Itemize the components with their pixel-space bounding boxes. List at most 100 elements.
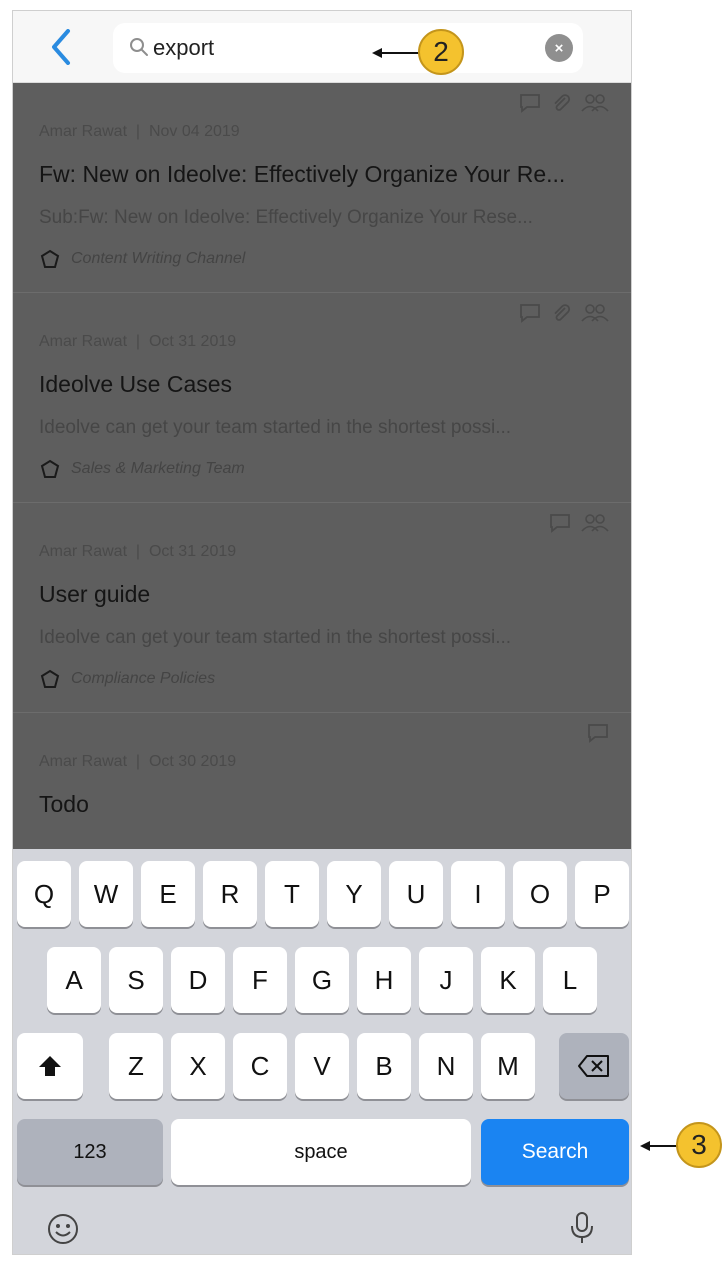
- result-item[interactable]: Amar Rawat | Oct 31 2019 User guide Ideo…: [13, 503, 631, 713]
- key-u[interactable]: U: [389, 861, 443, 927]
- phone-screen: × Amar Rawat | Nov 04 2019 Fw: New on Id…: [12, 10, 632, 1255]
- people-icon: [581, 514, 609, 532]
- search-header: ×: [13, 11, 631, 83]
- key-q[interactable]: Q: [17, 861, 71, 927]
- key-o[interactable]: O: [513, 861, 567, 927]
- result-channel-name: Sales & Marketing Team: [71, 460, 245, 477]
- result-meta-icons: [519, 303, 609, 323]
- result-author: Amar Rawat: [39, 333, 128, 350]
- result-item[interactable]: Amar Rawat | Oct 30 2019 Todo: [13, 713, 631, 849]
- channel-icon: [40, 249, 60, 268]
- result-separator: |: [135, 333, 141, 350]
- key-p[interactable]: P: [575, 861, 629, 927]
- key-z[interactable]: Z: [109, 1033, 163, 1099]
- result-author: Amar Rawat: [39, 753, 128, 770]
- result-item[interactable]: Amar Rawat | Oct 31 2019 Ideolve Use Cas…: [13, 293, 631, 503]
- result-meta: Amar Rawat | Oct 31 2019: [39, 543, 236, 561]
- key-e[interactable]: E: [141, 861, 195, 927]
- people-icon: [581, 304, 609, 322]
- result-channel: Sales & Marketing Team: [39, 459, 245, 479]
- result-channel: Content Writing Channel: [39, 249, 245, 269]
- callout-3-arrow: [640, 1141, 678, 1151]
- result-author: Amar Rawat: [39, 123, 128, 140]
- result-title: Fw: New on Ideolve: Effectively Organize…: [39, 161, 566, 187]
- result-meta-icons: [519, 93, 609, 113]
- key-w[interactable]: W: [79, 861, 133, 927]
- callout-badge-3: 3: [676, 1122, 722, 1168]
- result-date: Nov 04 2019: [148, 123, 240, 140]
- key-b[interactable]: B: [357, 1033, 411, 1099]
- result-separator: |: [135, 753, 141, 770]
- key-f[interactable]: F: [233, 947, 287, 1013]
- callout-badge-2: 2: [418, 29, 464, 75]
- on-screen-keyboard: Q W E R T Y U I O P A S D F G H J K L Z …: [13, 849, 631, 1254]
- paperclip-icon: [554, 304, 571, 321]
- channel-icon: [40, 669, 60, 688]
- key-r[interactable]: R: [203, 861, 257, 927]
- result-date: Oct 31 2019: [148, 543, 237, 560]
- key-a[interactable]: A: [47, 947, 101, 1013]
- key-i[interactable]: I: [451, 861, 505, 927]
- emoji-button[interactable]: [47, 1213, 79, 1250]
- key-g[interactable]: G: [295, 947, 349, 1013]
- space-key[interactable]: space: [171, 1119, 471, 1185]
- key-k[interactable]: K: [481, 947, 535, 1013]
- result-meta: Amar Rawat | Oct 30 2019: [39, 753, 236, 771]
- comment-icon: [550, 514, 570, 533]
- callout-2-arrow: [372, 48, 420, 58]
- result-meta: Amar Rawat | Nov 04 2019: [39, 123, 240, 141]
- people-icon: [581, 94, 609, 112]
- comment-icon: [520, 94, 540, 113]
- result-subtitle: Ideolve can get your team started in the…: [39, 627, 512, 648]
- search-key[interactable]: Search: [481, 1119, 629, 1185]
- result-meta-icons: [587, 723, 609, 743]
- dictation-button[interactable]: [569, 1211, 595, 1250]
- screenshot-stage: × Amar Rawat | Nov 04 2019 Fw: New on Id…: [0, 0, 725, 1265]
- result-title: Todo: [39, 791, 89, 817]
- key-d[interactable]: D: [171, 947, 225, 1013]
- key-x[interactable]: X: [171, 1033, 225, 1099]
- result-channel: Compliance Policies: [39, 669, 215, 689]
- result-channel-name: Content Writing Channel: [71, 250, 246, 267]
- key-n[interactable]: N: [419, 1033, 473, 1099]
- result-separator: |: [135, 123, 141, 140]
- key-j[interactable]: J: [419, 947, 473, 1013]
- result-meta: Amar Rawat | Oct 31 2019: [39, 333, 236, 351]
- key-m[interactable]: M: [481, 1033, 535, 1099]
- paperclip-icon: [554, 94, 571, 111]
- search-box[interactable]: [113, 23, 583, 73]
- key-v[interactable]: V: [295, 1033, 349, 1099]
- clear-icon: ×: [554, 39, 564, 57]
- key-t[interactable]: T: [265, 861, 319, 927]
- result-subtitle: Sub:Fw: New on Ideolve: Effectively Orga…: [39, 207, 533, 228]
- result-date: Oct 31 2019: [148, 333, 237, 350]
- result-author: Amar Rawat: [39, 543, 128, 560]
- result-item[interactable]: Amar Rawat | Nov 04 2019 Fw: New on Ideo…: [13, 83, 631, 293]
- key-y[interactable]: Y: [327, 861, 381, 927]
- channel-icon: [40, 459, 60, 478]
- key-s[interactable]: S: [109, 947, 163, 1013]
- numbers-key[interactable]: 123: [17, 1119, 163, 1185]
- microphone-icon: [571, 1212, 593, 1243]
- emoji-icon: [48, 1214, 78, 1244]
- key-h[interactable]: H: [357, 947, 411, 1013]
- backspace-key[interactable]: [559, 1033, 629, 1099]
- magnifier-icon: [130, 38, 148, 56]
- result-separator: |: [135, 543, 141, 560]
- result-date: Oct 30 2019: [148, 753, 237, 770]
- key-l[interactable]: L: [543, 947, 597, 1013]
- result-subtitle: Ideolve can get your team started in the…: [39, 417, 512, 438]
- search-results-list: Amar Rawat | Nov 04 2019 Fw: New on Ideo…: [13, 83, 631, 849]
- shift-icon: [39, 1056, 61, 1076]
- search-input[interactable]: [153, 23, 533, 73]
- comment-icon: [520, 304, 540, 323]
- result-title: User guide: [39, 581, 151, 607]
- backspace-icon: [578, 1055, 609, 1077]
- shift-key[interactable]: [17, 1033, 83, 1099]
- back-button[interactable]: [41, 25, 81, 69]
- clear-search-button[interactable]: ×: [545, 34, 573, 62]
- comment-icon: [588, 724, 608, 743]
- result-title: Ideolve Use Cases: [39, 371, 233, 397]
- key-c[interactable]: C: [233, 1033, 287, 1099]
- result-channel-name: Compliance Policies: [71, 670, 216, 687]
